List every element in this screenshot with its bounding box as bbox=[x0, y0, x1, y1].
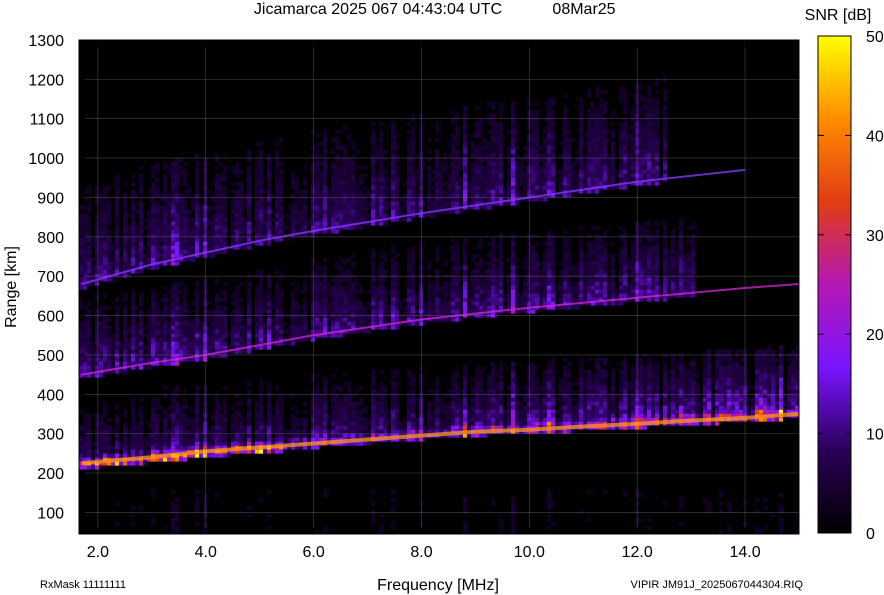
y-tick-label: 1100 bbox=[30, 112, 65, 129]
x-tick-label: 8.0 bbox=[410, 544, 432, 561]
colorbar-tick-label: 0 bbox=[866, 526, 875, 543]
y-tick-label: 400 bbox=[37, 387, 64, 404]
colorbar-tick-label: 20 bbox=[866, 327, 884, 344]
y-tick-label: 200 bbox=[37, 466, 64, 483]
chart-title: Jicamarca 2025 067 04:43:04 UTC bbox=[254, 1, 502, 18]
y-tick-label: 600 bbox=[37, 309, 64, 326]
colorbar bbox=[817, 35, 852, 534]
x-tick-label: 12.0 bbox=[622, 544, 653, 561]
chart-date: 08Mar25 bbox=[552, 1, 615, 18]
colorbar-tick-label: 10 bbox=[866, 427, 884, 444]
y-tick-label: 500 bbox=[37, 348, 64, 365]
y-tick-label: 1200 bbox=[28, 72, 64, 89]
x-tick-label: 2.0 bbox=[87, 544, 109, 561]
colorbar-tick-label: 50 bbox=[866, 29, 884, 46]
ionogram-chart: Jicamarca 2025 067 04:43:04 UTC 08Mar25 … bbox=[3, 1, 884, 594]
y-axis: 100 200 300 400 500 600 700 800 900 1000 1100 1200 1… bbox=[28, 33, 85, 522]
x-tick-label: 6.0 bbox=[302, 544, 324, 561]
colorbar-tick-label: 30 bbox=[866, 228, 884, 245]
filename-label: VIPIR JM91J_2025067044304.RIQ bbox=[631, 579, 804, 591]
y-tick-label: 300 bbox=[37, 427, 64, 444]
colorbar-label: SNR [dB] bbox=[805, 7, 872, 24]
x-tick-label: 10.0 bbox=[514, 544, 545, 561]
y-tick-label: 1300 bbox=[28, 33, 64, 50]
y-tick-label: 800 bbox=[37, 230, 64, 247]
colorbar-tick-label: 40 bbox=[866, 128, 884, 145]
y-tick-label: 700 bbox=[37, 269, 64, 286]
rxmask-label: RxMask 11111111 bbox=[40, 579, 126, 591]
y-tick-label: 100 bbox=[37, 505, 64, 522]
y-tick-label: 900 bbox=[37, 190, 64, 207]
y-axis-label: Range [km] bbox=[3, 246, 20, 328]
x-axis-label: Frequency [MHz] bbox=[377, 577, 499, 594]
y-tick-label: 1000 bbox=[28, 151, 64, 168]
x-tick-label: 14.0 bbox=[729, 544, 760, 561]
x-tick-label: 4.0 bbox=[195, 544, 217, 561]
